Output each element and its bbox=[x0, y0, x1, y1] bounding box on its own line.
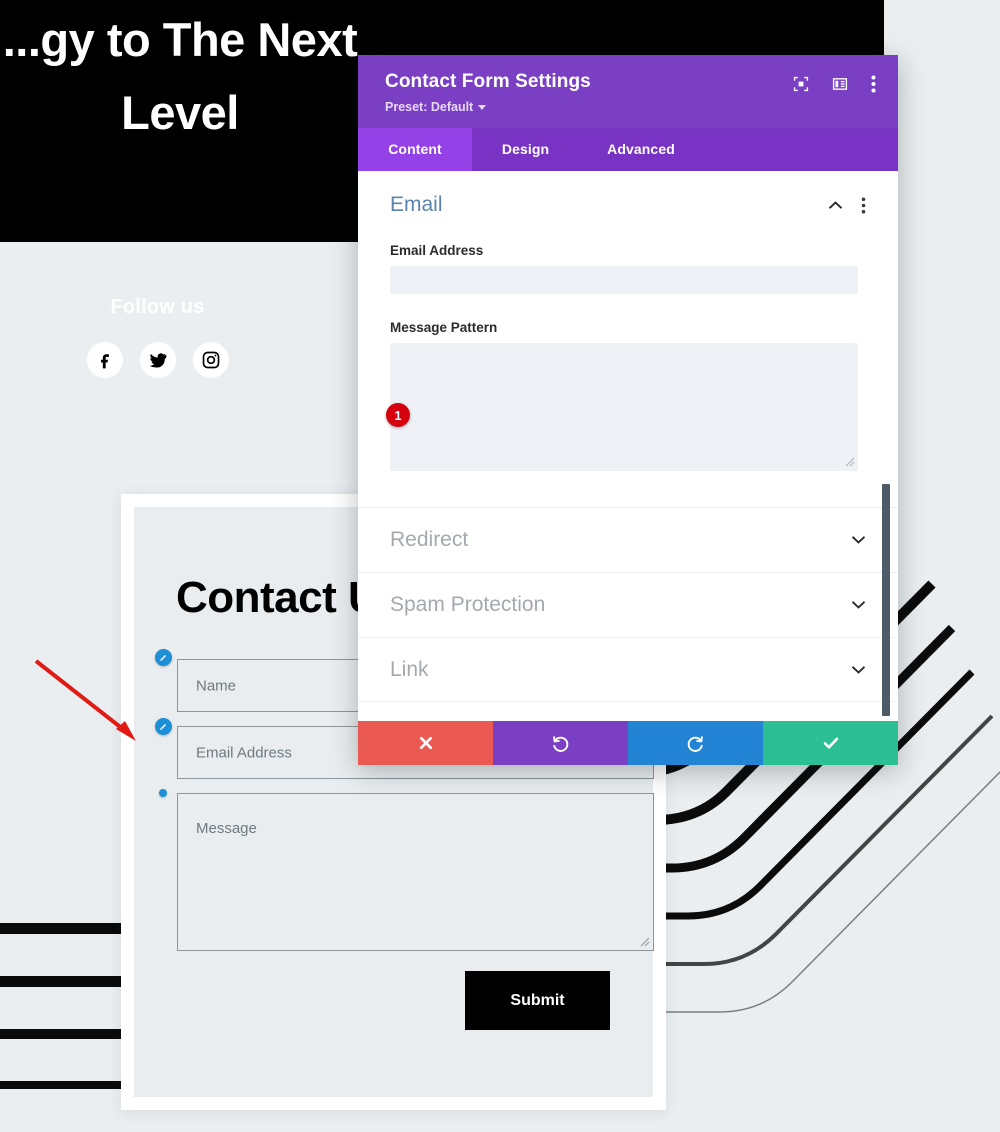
tab-design[interactable]: Design bbox=[472, 128, 579, 171]
chevron-down-icon[interactable] bbox=[851, 531, 866, 549]
message-pattern-wrapper bbox=[390, 343, 858, 471]
section-email-title: Email bbox=[390, 193, 443, 216]
tab-advanced[interactable]: Advanced bbox=[579, 128, 703, 171]
redo-icon bbox=[687, 735, 703, 752]
modal-header: Contact Form Settings Preset: Default bbox=[358, 55, 898, 128]
status-badge: 1 bbox=[386, 403, 410, 427]
modal-footer bbox=[358, 721, 898, 765]
follow-us-block: Follow us bbox=[0, 296, 315, 378]
follow-us-title: Follow us bbox=[110, 296, 205, 318]
section-link[interactable]: Link bbox=[358, 637, 898, 702]
section-redirect-title: Redirect bbox=[390, 528, 469, 551]
focus-target-icon[interactable] bbox=[793, 76, 809, 92]
section-link-title: Link bbox=[390, 657, 429, 681]
edit-badge-message-field[interactable] bbox=[159, 789, 167, 797]
chevron-down-icon[interactable] bbox=[851, 661, 866, 679]
edit-badge-email-field[interactable] bbox=[155, 718, 172, 735]
layout-panel-icon[interactable] bbox=[832, 76, 848, 92]
more-vertical-icon[interactable] bbox=[861, 197, 866, 214]
social-links bbox=[0, 342, 315, 378]
section-email-tools bbox=[828, 197, 866, 214]
preset-selector[interactable]: Preset: Default bbox=[385, 100, 487, 114]
decorative-stripes-left bbox=[0, 905, 121, 1105]
twitter-icon[interactable] bbox=[139, 342, 176, 378]
message-pattern-textarea[interactable] bbox=[390, 343, 858, 471]
contact-form-title: Contact U bbox=[176, 573, 380, 622]
more-vertical-icon[interactable] bbox=[871, 75, 876, 93]
redo-button[interactable] bbox=[628, 721, 763, 765]
collapsed-sections: Redirect Spam Protection Link bbox=[358, 507, 898, 702]
email-address-label: Email Address bbox=[390, 243, 484, 258]
website-message-placeholder: Message bbox=[196, 820, 257, 837]
screenshot-root: ...gy to The Next Level Follow us Contac… bbox=[0, 0, 1000, 1132]
chevron-down-icon[interactable] bbox=[851, 596, 866, 614]
resize-handle-icon[interactable] bbox=[638, 935, 650, 947]
chevron-down-icon bbox=[478, 104, 487, 110]
section-email-header[interactable]: Email bbox=[390, 193, 866, 217]
preset-label: Preset: Default bbox=[385, 100, 474, 114]
facebook-icon[interactable] bbox=[86, 342, 123, 378]
section-spam-protection-title: Spam Protection bbox=[390, 593, 546, 616]
chevron-up-icon[interactable] bbox=[828, 200, 843, 210]
section-redirect[interactable]: Redirect bbox=[358, 507, 898, 572]
check-icon bbox=[823, 737, 838, 749]
website-message-textarea[interactable]: Message bbox=[177, 793, 654, 951]
email-address-input[interactable] bbox=[390, 266, 858, 294]
edit-badge-name-field[interactable] bbox=[155, 649, 172, 666]
save-button[interactable] bbox=[763, 721, 898, 765]
x-icon bbox=[419, 736, 432, 750]
instagram-icon[interactable] bbox=[192, 342, 229, 378]
section-spam-protection[interactable]: Spam Protection bbox=[358, 572, 898, 637]
modal-header-icons bbox=[793, 75, 876, 93]
contact-form-settings-modal: Contact Form Settings Preset: Default Co… bbox=[358, 55, 898, 765]
website-email-placeholder: Email Address bbox=[196, 744, 292, 761]
message-pattern-label: Message Pattern bbox=[390, 320, 498, 335]
cancel-button[interactable] bbox=[358, 721, 493, 765]
undo-button[interactable] bbox=[493, 721, 628, 765]
panel-scrollbar[interactable] bbox=[882, 484, 890, 716]
section-email: Email Email Address Message Pattern bbox=[358, 171, 898, 471]
website-name-placeholder: Name bbox=[196, 677, 237, 694]
modal-body: 1 Email Email Address Message Pattern Re… bbox=[358, 171, 898, 721]
tab-content[interactable]: Content bbox=[358, 128, 472, 171]
annotation-arrow bbox=[34, 659, 136, 741]
website-submit-button[interactable]: Submit bbox=[465, 971, 610, 1030]
undo-icon bbox=[553, 735, 569, 752]
modal-tabs: Content Design Advanced bbox=[358, 128, 898, 171]
